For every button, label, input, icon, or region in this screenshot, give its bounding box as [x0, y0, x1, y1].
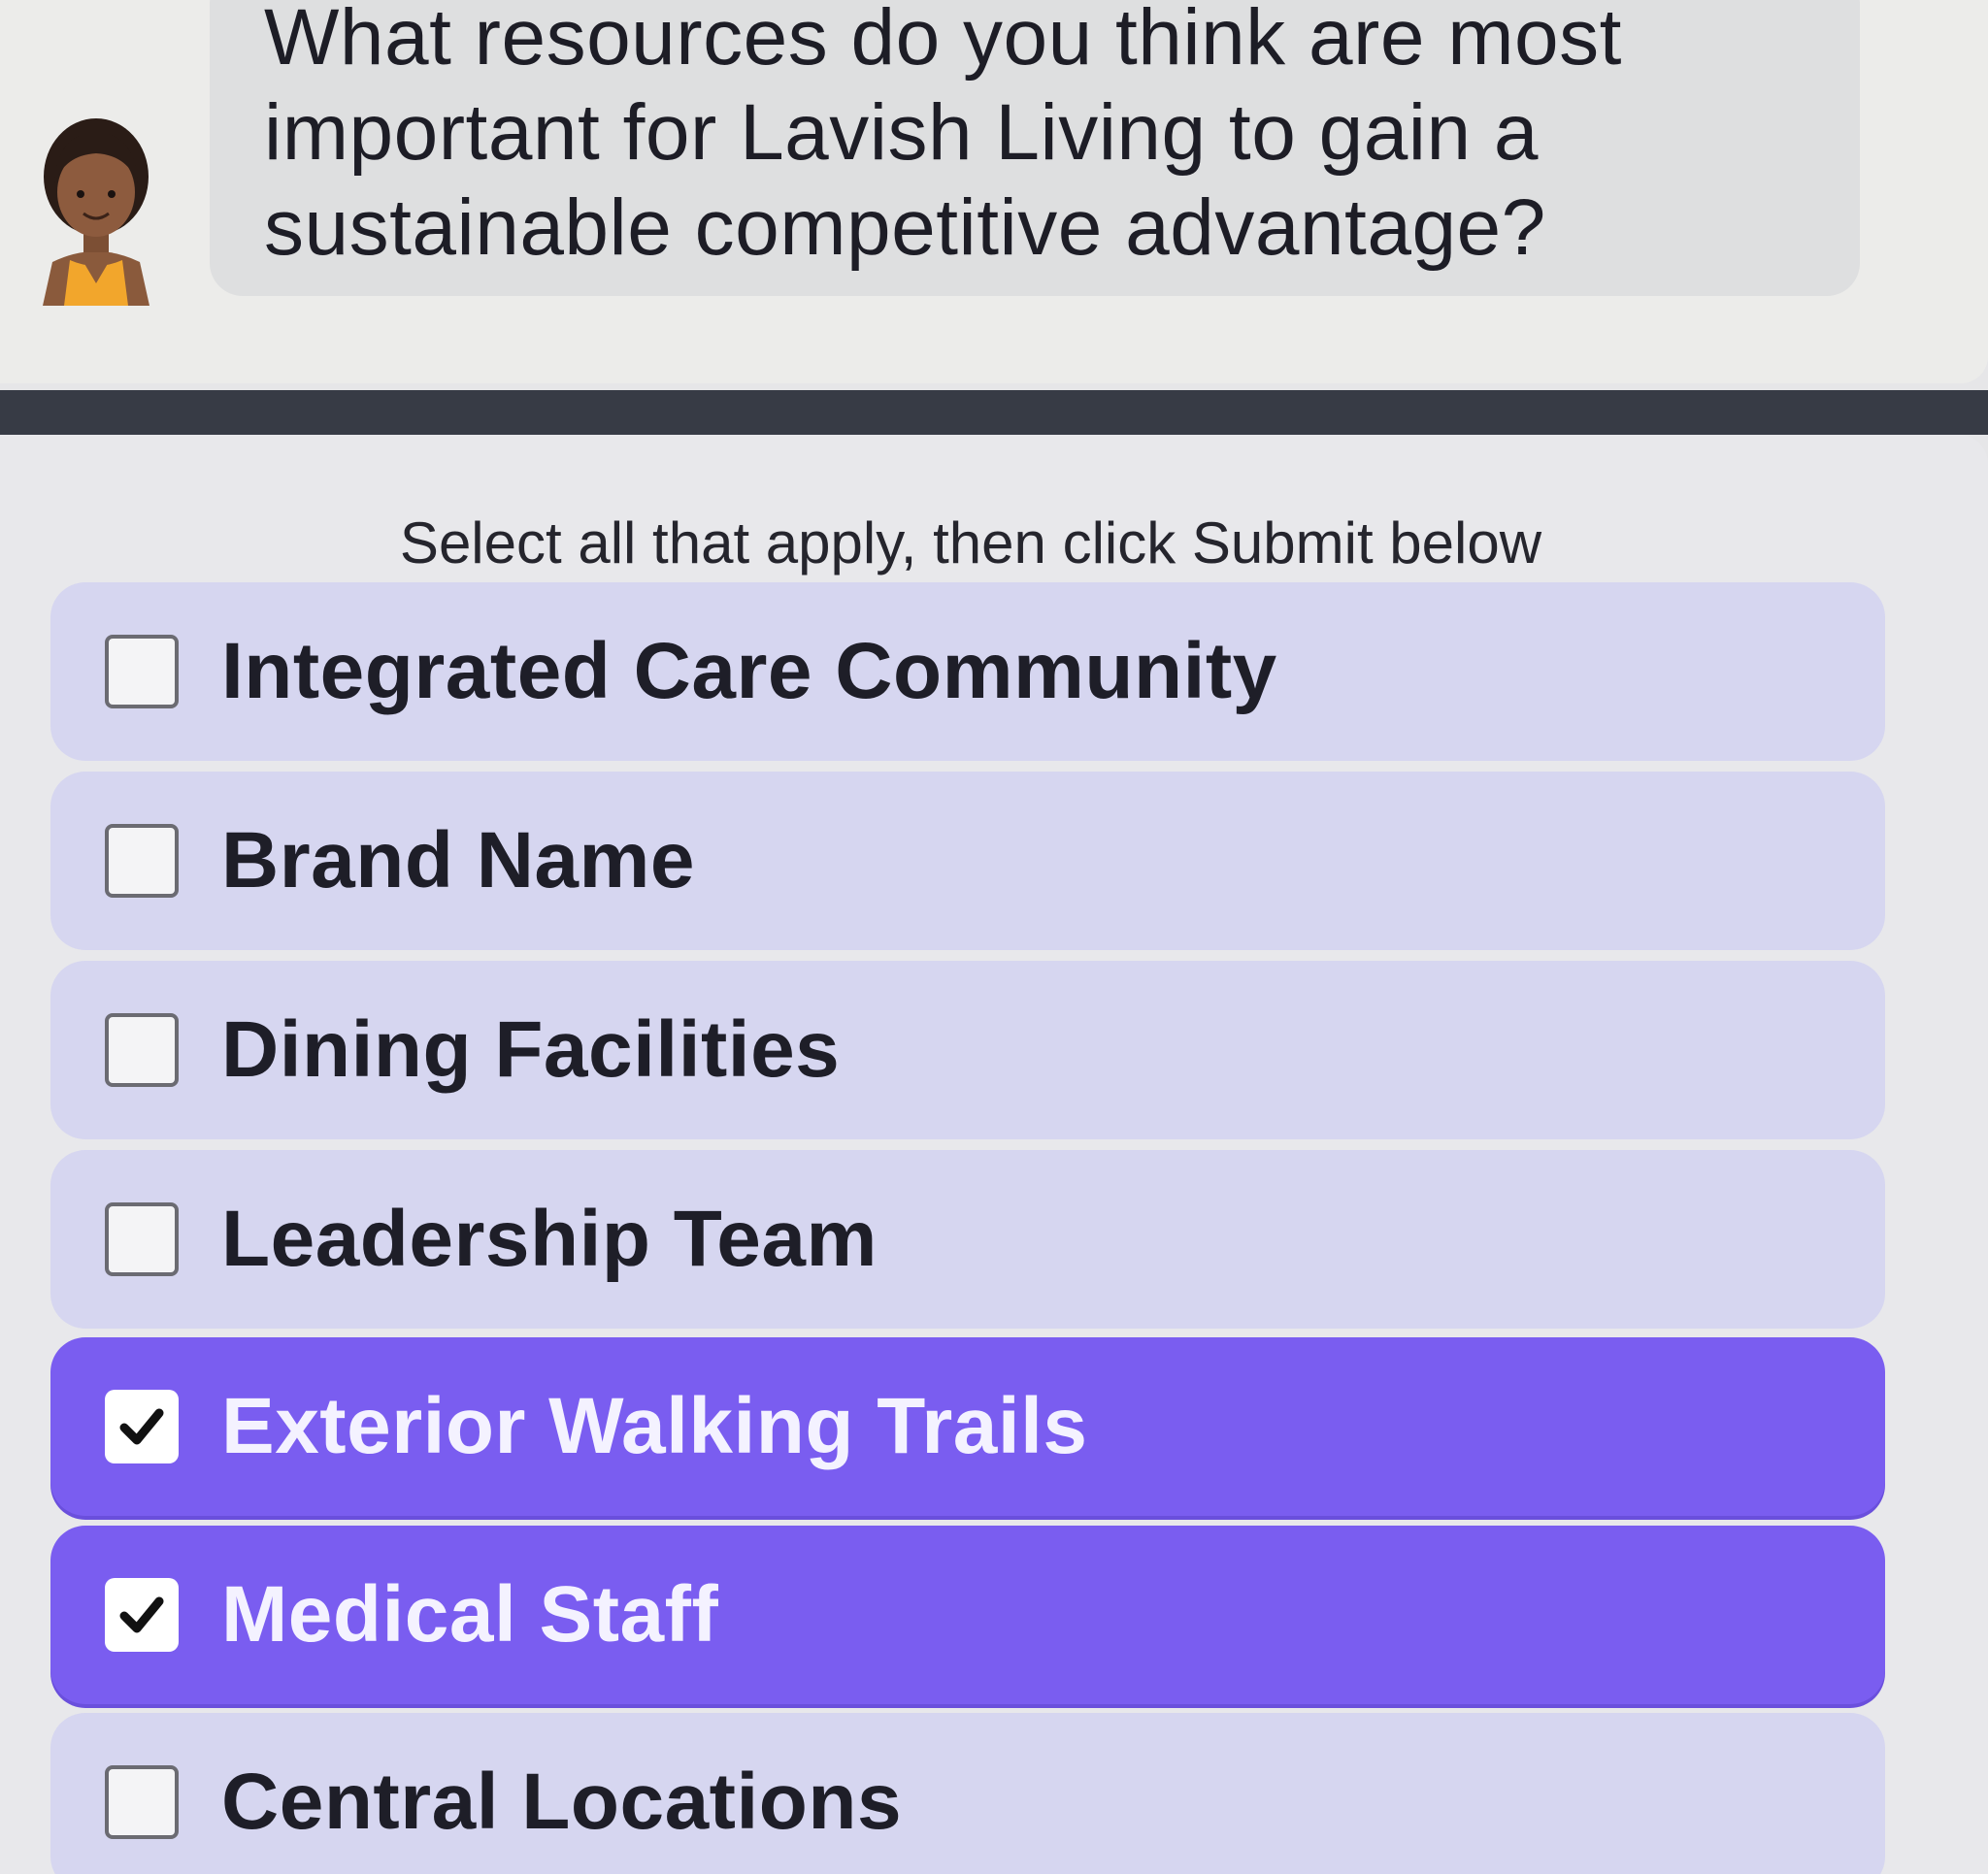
chat-area: What resources do you think are most imp…	[0, 0, 1988, 383]
option-label: Exterior Walking Trails	[221, 1382, 1088, 1470]
option-leadership-team[interactable]: Leadership Team	[50, 1150, 1885, 1329]
checkbox-checked[interactable]	[105, 1578, 179, 1652]
option-dining-facilities[interactable]: Dining Facilities	[50, 961, 1885, 1139]
instruction-text: Select all that apply, then click Submit…	[399, 510, 1542, 575]
question-text: What resources do you think are most imp…	[264, 0, 1622, 272]
option-medical-staff[interactable]: Medical Staff	[50, 1526, 1885, 1704]
option-label: Central Locations	[221, 1758, 903, 1846]
woman-avatar-icon	[35, 116, 157, 306]
checkbox[interactable]	[105, 635, 179, 708]
question-bubble: What resources do you think are most imp…	[210, 0, 1860, 296]
option-brand-name[interactable]: Brand Name	[50, 772, 1885, 950]
checkbox[interactable]	[105, 1765, 179, 1839]
option-exterior-walking-trails[interactable]: Exterior Walking Trails	[50, 1337, 1885, 1516]
checkbox[interactable]	[105, 824, 179, 898]
checkmark-icon	[119, 1596, 164, 1633]
checkbox[interactable]	[105, 1013, 179, 1087]
section-divider	[0, 390, 1988, 435]
checkbox-checked[interactable]	[105, 1390, 179, 1463]
option-label: Dining Facilities	[221, 1005, 841, 1094]
option-central-locations[interactable]: Central Locations	[50, 1713, 1885, 1874]
option-integrated-care-community[interactable]: Integrated Care Community	[50, 582, 1885, 761]
option-label: Brand Name	[221, 816, 696, 904]
checkmark-icon	[119, 1408, 164, 1445]
option-label: Leadership Team	[221, 1195, 878, 1283]
option-label: Medical Staff	[221, 1570, 719, 1659]
checkbox[interactable]	[105, 1202, 179, 1276]
option-label: Integrated Care Community	[221, 627, 1277, 715]
